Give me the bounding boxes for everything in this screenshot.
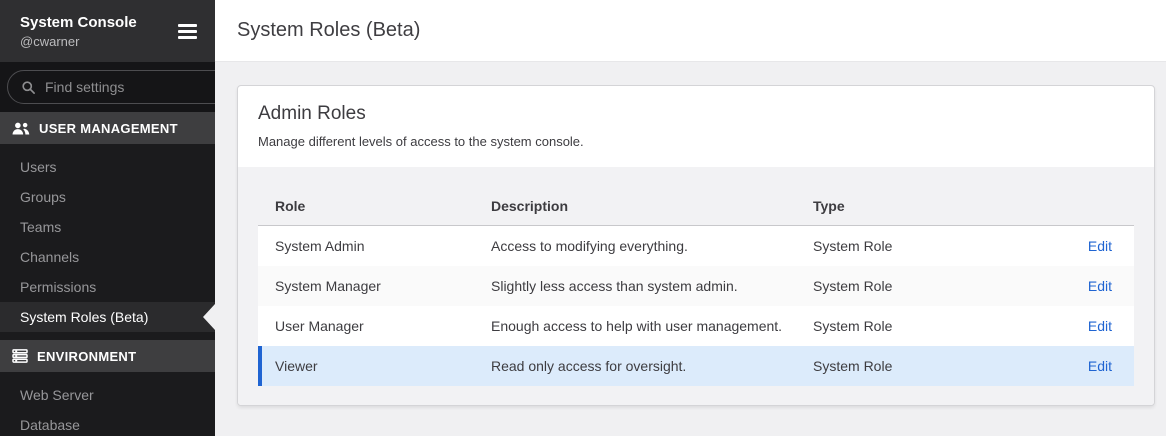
sidebar-item-web-server[interactable]: Web Server [0, 380, 215, 410]
page-title: System Roles (Beta) [237, 19, 420, 42]
sidebar-item-system-roles-beta[interactable]: System Roles (Beta) [0, 302, 215, 332]
menu-icon[interactable] [178, 22, 197, 41]
table-row: System Manager Slightly less access than… [258, 266, 1134, 306]
server-icon [12, 349, 28, 363]
sidebar-item-label: Users [20, 159, 57, 175]
description-cell: Enough access to help with user manageme… [491, 318, 813, 334]
main-area: System Roles (Beta) Admin Roles Manage d… [215, 0, 1166, 436]
console-title: System Console [20, 13, 137, 33]
sidebar-header: System Console @cwarner [0, 0, 215, 62]
table-row: System Admin Access to modifying everyth… [258, 226, 1134, 266]
card-title: Admin Roles [258, 103, 1134, 125]
role-cell: System Admin [275, 238, 491, 254]
column-header-description: Description [491, 198, 813, 214]
type-cell: System Role [813, 358, 1068, 374]
sidebar-section-environment: ENVIRONMENT [0, 340, 215, 372]
role-cell: System Manager [275, 278, 491, 294]
roles-table-header-row: Role Description Type [258, 186, 1134, 226]
sidebar-items-environment: Web Server Database [0, 372, 215, 436]
console-identity: System Console @cwarner [20, 13, 137, 50]
sidebar-item-groups[interactable]: Groups [0, 182, 215, 212]
sidebar-item-database[interactable]: Database [0, 410, 215, 436]
table-row: User Manager Enough access to help with … [258, 306, 1134, 346]
type-cell: System Role [813, 278, 1068, 294]
column-header-type: Type [813, 198, 1068, 214]
edit-link[interactable]: Edit [1088, 278, 1112, 294]
table-row: Viewer Read only access for oversight. S… [258, 346, 1134, 386]
console-username: @cwarner [20, 33, 137, 50]
search-pill[interactable] [7, 70, 240, 104]
admin-roles-card: Admin Roles Manage different levels of a… [237, 85, 1155, 406]
sidebar-item-label: Groups [20, 189, 66, 205]
search-icon [21, 80, 36, 95]
sidebar-item-label: Channels [20, 249, 79, 265]
sidebar-item-permissions[interactable]: Permissions [0, 272, 215, 302]
description-cell: Read only access for oversight. [491, 358, 813, 374]
type-cell: System Role [813, 238, 1068, 254]
card-header: Admin Roles Manage different levels of a… [238, 86, 1154, 167]
card-subtitle: Manage different levels of access to the… [258, 134, 1134, 149]
topbar: System Roles (Beta) [215, 0, 1166, 62]
search-input[interactable] [45, 79, 226, 95]
sidebar-section-user-management: USER MANAGEMENT [0, 112, 215, 144]
edit-link[interactable]: Edit [1088, 318, 1112, 334]
sidebar-item-label: Web Server [20, 387, 94, 403]
sidebar-search-section [0, 62, 215, 112]
users-icon [12, 121, 30, 136]
sidebar-item-channels[interactable]: Channels [0, 242, 215, 272]
sidebar-item-label: Database [20, 417, 80, 433]
sidebar-items-user-management: Users Groups Teams Channels Permissions Syste… [0, 144, 215, 340]
active-item-arrow-icon [203, 304, 215, 330]
type-cell: System Role [813, 318, 1068, 334]
role-cell: User Manager [275, 318, 491, 334]
roles-table: Role Description Type System Admin Acces… [238, 167, 1154, 405]
description-cell: Access to modifying everything. [491, 238, 813, 254]
section-label: ENVIRONMENT [37, 349, 136, 364]
roles-table-body: System Admin Access to modifying everyth… [258, 226, 1134, 386]
sidebar-item-teams[interactable]: Teams [0, 212, 215, 242]
role-cell: Viewer [275, 358, 491, 374]
sidebar-item-label: System Roles (Beta) [20, 309, 148, 325]
edit-link[interactable]: Edit [1088, 358, 1112, 374]
description-cell: Slightly less access than system admin. [491, 278, 813, 294]
sidebar-item-users[interactable]: Users [0, 152, 215, 182]
sidebar-item-label: Permissions [20, 279, 96, 295]
column-header-role: Role [275, 198, 491, 214]
sidebar-item-label: Teams [20, 219, 61, 235]
sidebar: System Console @cwarner [0, 0, 215, 436]
content: Admin Roles Manage different levels of a… [215, 62, 1166, 436]
section-label: USER MANAGEMENT [39, 121, 178, 136]
edit-link[interactable]: Edit [1088, 238, 1112, 254]
